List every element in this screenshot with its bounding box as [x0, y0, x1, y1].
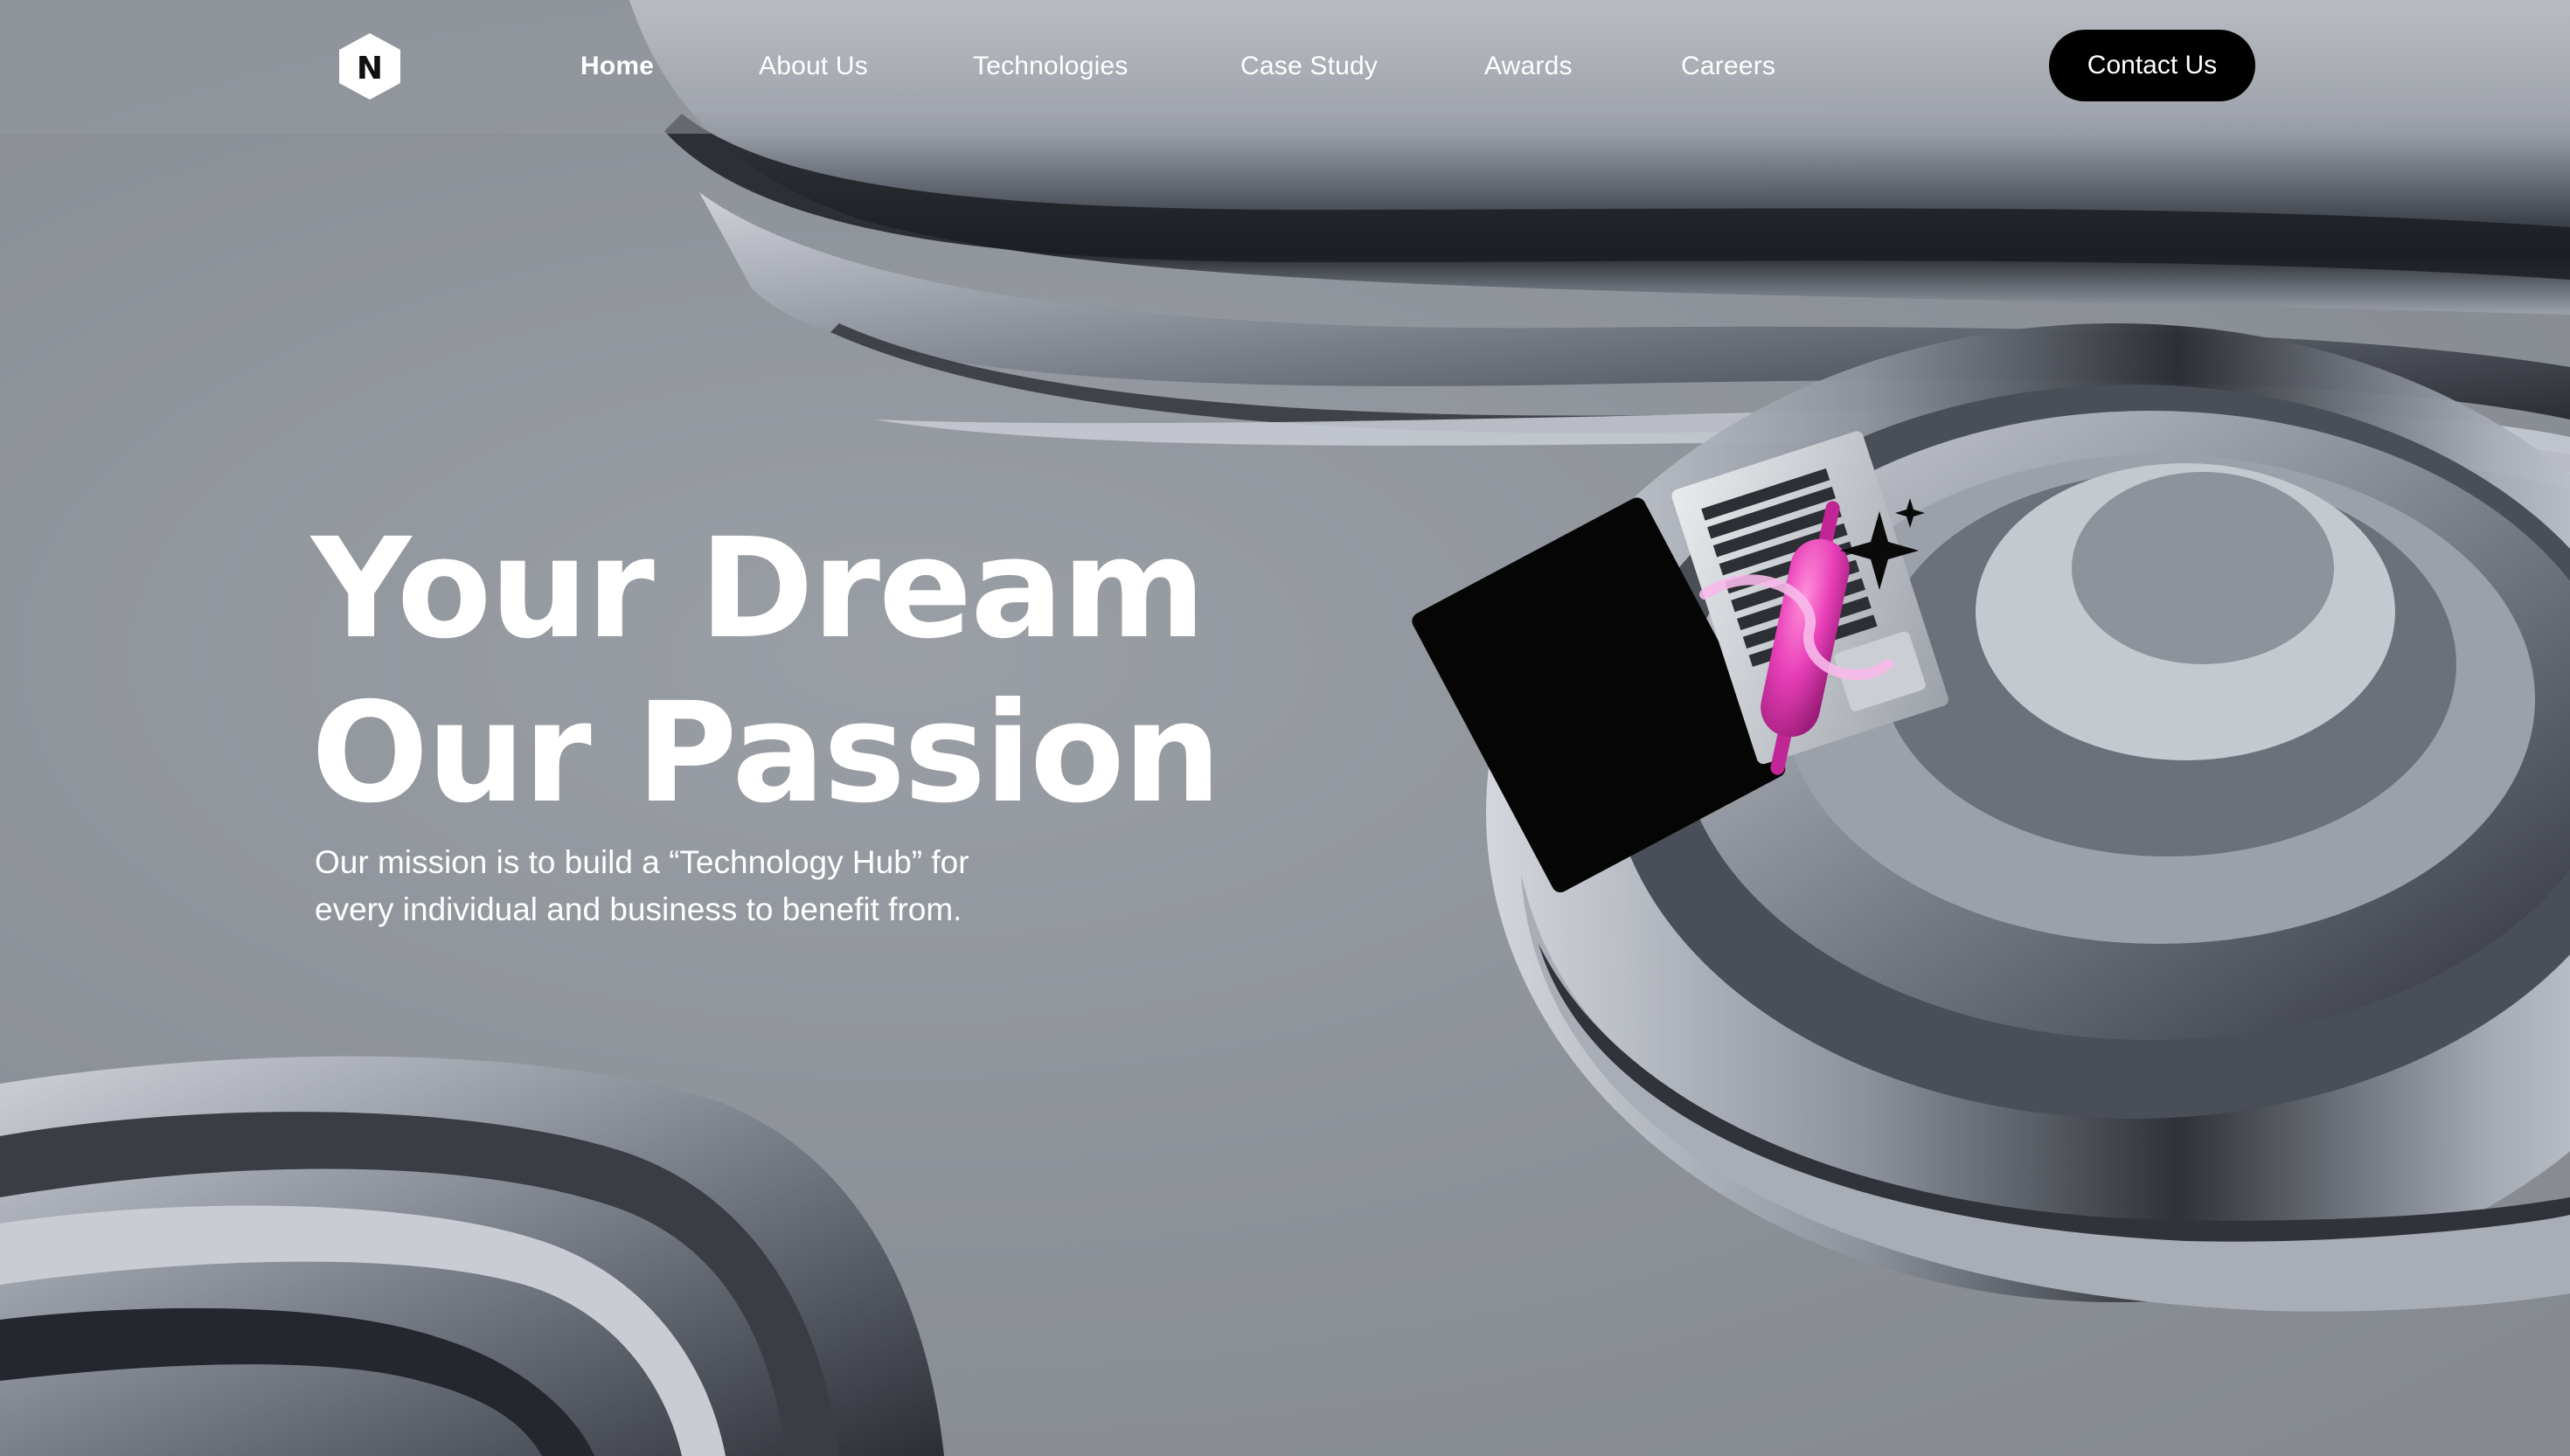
nav-item-careers[interactable]: Careers — [1681, 47, 1775, 86]
hero-headline: Your Dream Our Passion — [311, 507, 1221, 835]
nav-item-case-study[interactable]: Case Study — [1240, 47, 1378, 86]
nav-item-awards[interactable]: Awards — [1484, 47, 1573, 86]
hero-section: N Home About Us Technologies Case Study … — [0, 0, 2570, 1456]
hero-subtitle-line-2: every individual and business to benefit… — [315, 891, 962, 927]
nav-item-about-us[interactable]: About Us — [759, 47, 868, 86]
hero-headline-line-2: Our Passion — [311, 673, 1221, 834]
bottom-left-swirl-shape — [0, 1056, 944, 1456]
hero-subtitle-line-1: Our mission is to build a “Technology Hu… — [315, 844, 969, 880]
nav-item-home[interactable]: Home — [580, 47, 654, 86]
hero-subtitle: Our mission is to build a “Technology Hu… — [315, 839, 1101, 933]
nav-item-technologies[interactable]: Technologies — [973, 47, 1129, 86]
contact-us-button[interactable]: Contact Us — [2049, 30, 2255, 101]
top-navbar: N Home About Us Technologies Case Study … — [0, 0, 2570, 134]
hero-headline-line-1: Your Dream — [311, 509, 1205, 669]
